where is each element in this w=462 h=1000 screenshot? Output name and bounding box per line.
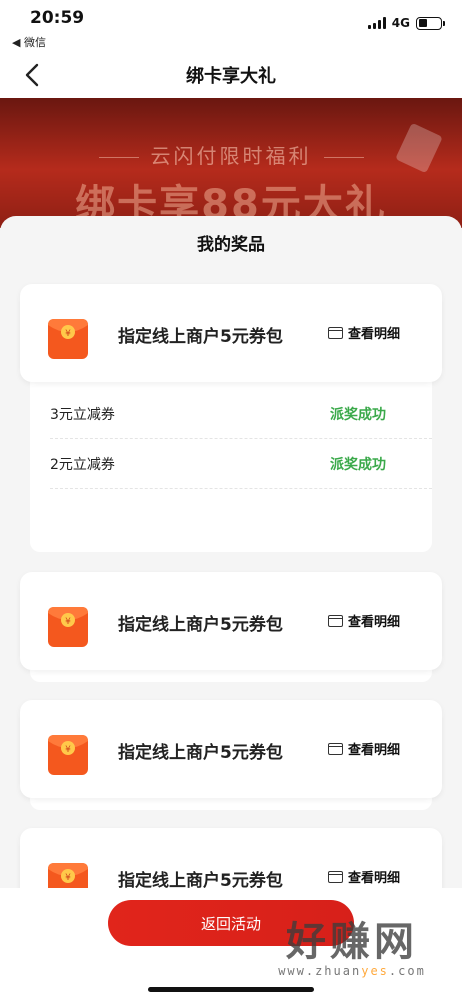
watermark-url: www.zhuanyes.com xyxy=(278,964,426,978)
signal-icon xyxy=(367,17,386,29)
prize-detail-panel: 3元立减券 派奖成功 2元立减券 派奖成功 xyxy=(30,376,432,552)
prize-name: 指定线上商户5元券包 xyxy=(118,743,283,763)
prize-name: 指定线上商户5元券包 xyxy=(118,327,283,347)
prize-card[interactable]: ¥ 指定线上商户5元券包 查看明细 xyxy=(20,828,442,896)
red-envelope-icon: ¥ xyxy=(47,733,89,777)
banner-subtitle: 云闪付限时福利 xyxy=(0,140,462,169)
svg-text:¥: ¥ xyxy=(65,329,71,339)
promo-banner: 云闪付限时福利 绑卡享88元大礼 xyxy=(0,98,462,228)
network-type: 4G xyxy=(391,16,410,30)
page-title: 绑卡享大礼 xyxy=(186,66,276,87)
view-details-link[interactable]: 查看明细 xyxy=(327,867,400,886)
view-details-label: 查看明细 xyxy=(347,327,400,342)
battery-icon xyxy=(416,16,445,30)
coupon-row: 2元立减券 派奖成功 xyxy=(50,439,432,489)
view-details-label: 查看明细 xyxy=(347,871,400,886)
prize-card[interactable]: ¥ 指定线上商户5元券包 查看明细 xyxy=(20,700,442,798)
view-details-link[interactable]: 查看明细 xyxy=(327,323,400,342)
back-to-wechat-link[interactable]: ◀ 微信 xyxy=(12,34,46,50)
prize-card[interactable]: ¥ 指定线上商户5元券包 查看明细 xyxy=(20,572,442,670)
view-details-label: 查看明细 xyxy=(347,743,400,758)
status-indicators: 4G xyxy=(367,16,445,30)
coupon-row: 3元立减券 派奖成功 xyxy=(50,389,432,439)
coupon-status: 派奖成功 xyxy=(330,406,386,423)
coupon-name: 3元立减券 xyxy=(50,406,115,423)
site-watermark: 好赚网 www.zhuanyes.com xyxy=(262,922,442,978)
view-details-label: 查看明细 xyxy=(347,615,400,630)
my-prizes-sheet: 我的奖品 3元立减券 派奖成功 2元立减券 派奖成功 ¥ 指定线上商户5元券包 … xyxy=(0,216,462,896)
svg-text:¥: ¥ xyxy=(65,873,71,883)
nav-bar: 绑卡享大礼 xyxy=(0,52,462,98)
view-details-link[interactable]: 查看明细 xyxy=(327,611,400,630)
view-details-link[interactable]: 查看明细 xyxy=(327,739,400,758)
home-indicator[interactable] xyxy=(148,987,314,992)
coupon-name: 2元立减券 xyxy=(50,456,115,473)
card-icon xyxy=(327,742,343,755)
status-time: 20:59 xyxy=(30,8,85,28)
red-envelope-icon: ¥ xyxy=(47,605,89,649)
card-icon xyxy=(327,870,343,883)
prize-card[interactable]: ¥ 指定线上商户5元券包 查看明细 xyxy=(20,284,442,382)
status-bar: 20:59 ◀ 微信 4G xyxy=(0,0,462,52)
card-icon xyxy=(327,614,343,627)
sheet-title: 我的奖品 xyxy=(197,235,265,255)
svg-text:¥: ¥ xyxy=(65,745,71,755)
coupon-status: 派奖成功 xyxy=(330,456,386,473)
prize-name: 指定线上商户5元券包 xyxy=(118,615,283,635)
red-envelope-icon: ¥ xyxy=(47,317,89,361)
watermark-logo: 好赚网 xyxy=(286,919,418,965)
svg-text:¥: ¥ xyxy=(65,617,71,627)
card-icon xyxy=(327,326,343,339)
